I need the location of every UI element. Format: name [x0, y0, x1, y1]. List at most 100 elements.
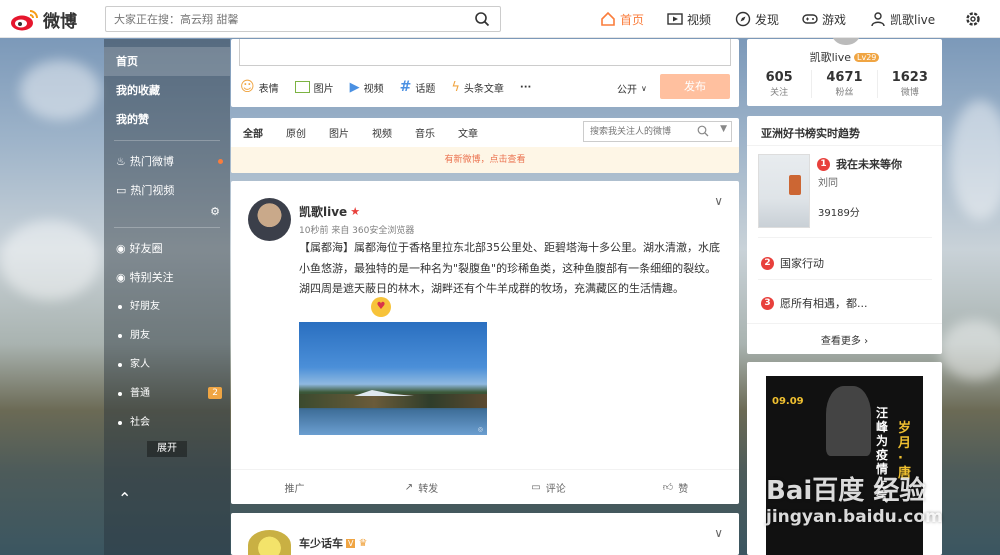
compass-icon	[735, 11, 751, 27]
comment-button[interactable]: ▭ 评论	[485, 480, 612, 495]
search-icon[interactable]	[474, 11, 490, 27]
visibility-select[interactable]: 公开 ∨	[617, 81, 647, 96]
post-author-row: 车少话车 V ♛	[299, 535, 367, 551]
book-cover-image[interactable]	[758, 154, 810, 228]
feed-search-input[interactable]	[584, 122, 694, 141]
profile-name[interactable]: 凯歌live	[810, 49, 851, 65]
search-icon[interactable]	[697, 125, 709, 137]
search-input[interactable]	[106, 7, 456, 31]
article-button[interactable]: ϟ 头条文章	[451, 80, 504, 95]
sidebar-item-label: 首页	[116, 55, 138, 68]
image-icon	[294, 81, 310, 93]
hot-item-2[interactable]: 2 国家行动	[761, 255, 824, 271]
see-more-link[interactable]: 查看更多 ›	[747, 332, 942, 347]
nav-games-label: 游戏	[822, 12, 847, 27]
post-author[interactable]: 车少话车	[299, 535, 343, 551]
action-label: 转发	[418, 483, 439, 495]
avatar[interactable]	[248, 530, 291, 555]
sidebar-sub-good-friends[interactable]: 好朋友	[104, 292, 230, 321]
sidebar-sub-normal[interactable]: 普通 2	[104, 379, 230, 408]
smiley-icon: ☺	[240, 79, 255, 95]
nav-games[interactable]: 游戏	[802, 0, 846, 38]
publish-button[interactable]: 发布	[660, 74, 730, 99]
video-icon	[667, 13, 683, 25]
nav-user-label: 凯歌live	[890, 12, 936, 27]
hot-item-1[interactable]: 1 我在未来等你	[817, 156, 902, 172]
home-icon	[601, 11, 615, 26]
nav-user[interactable]: 凯歌live	[870, 0, 935, 38]
post-menu-chevron-icon[interactable]: ∨	[714, 526, 723, 540]
repost-icon: ↗	[404, 481, 414, 493]
sidebar-item-label: 我的赞	[116, 113, 149, 126]
sidebar-sub-society[interactable]: 社会	[104, 408, 230, 437]
image-button[interactable]: 图片	[294, 80, 334, 95]
sidebar-item-favorites[interactable]: 我的收藏	[104, 76, 230, 105]
hot-title[interactable]: 亚洲好书榜实时趋势	[761, 125, 860, 141]
divider	[747, 145, 942, 146]
sidebar-sub-family[interactable]: 家人	[104, 350, 230, 379]
scroll-top-icon[interactable]: ⌃	[118, 489, 131, 508]
composer-textarea[interactable]	[239, 39, 731, 66]
watermark-url: jingyan.baidu.com	[766, 507, 943, 527]
hot-books-card: 亚洲好书榜实时趋势 1 我在未来等你 刘同 39189分 2 国家行动 3 愿所…	[747, 116, 942, 354]
sidebar-item-label: 热门视频	[130, 184, 175, 197]
tab-images[interactable]: 图片	[329, 125, 349, 140]
settings-gear-icon[interactable]	[964, 10, 982, 28]
stat-label: 粉丝	[835, 88, 854, 98]
topic-button[interactable]: # 话题	[400, 79, 436, 95]
emoji-face-icon: ♥	[371, 297, 391, 317]
level-badge: Lv29	[854, 52, 880, 62]
more-label: ···	[519, 81, 532, 93]
stat-followers[interactable]: 4671 粉丝	[811, 70, 878, 98]
rank-badge: 1	[817, 157, 830, 171]
divider	[758, 237, 932, 238]
expand-button[interactable]: 展开	[147, 441, 187, 457]
promote-button[interactable]: 推广	[231, 480, 358, 495]
post-menu-chevron-icon[interactable]: ∨	[714, 194, 723, 208]
video-button[interactable]: ▶ 视频	[350, 80, 384, 95]
hot-item-3[interactable]: 3 愿所有相遇，都...	[761, 295, 868, 311]
tab-videos[interactable]: 视频	[372, 125, 392, 140]
sidebar-item-hot-video[interactable]: ▭ 热门视频	[104, 176, 230, 205]
tab-articles[interactable]: 文章	[458, 125, 478, 140]
weibo-logo[interactable]: 微博	[10, 7, 77, 32]
emoji-button[interactable]: ☺ 表情	[240, 79, 279, 95]
more-button[interactable]: ···	[520, 82, 531, 93]
sidebar-sub-friends[interactable]: 朋友	[104, 321, 230, 350]
nav-home-label: 首页	[620, 12, 645, 27]
like-button[interactable]: 👍︎ 赞	[612, 480, 739, 495]
post-image[interactable]: ◎	[299, 322, 487, 435]
ad-poster-image[interactable]: 09.09 汪峰为疫情上气 岁月·唐	[766, 376, 923, 555]
new-posts-notice[interactable]: 有新微博，点击查看	[231, 147, 739, 173]
tool-label: 视频	[363, 83, 384, 95]
sidebar-item-hot-weibo[interactable]: ♨ 热门微博	[104, 147, 230, 176]
divider	[747, 323, 942, 324]
stat-following[interactable]: 605 关注	[747, 70, 811, 98]
sidebar-item-friend-circle[interactable]: ◉ 好友圈	[104, 234, 230, 263]
bullet-icon	[118, 304, 122, 309]
nav-home[interactable]: 首页	[600, 0, 644, 38]
fire-icon: ♨	[116, 155, 126, 168]
profile-stats: 605 关注 4671 粉丝 1623 微博	[747, 70, 942, 98]
nav-video[interactable]: 视频	[667, 0, 711, 38]
tab-original[interactable]: 原创	[286, 125, 306, 140]
nav-discover[interactable]: 发现	[735, 0, 779, 38]
special-icon: ◉	[116, 271, 126, 284]
feed-search-box: ▼	[583, 121, 732, 142]
sidebar-item-special-follow[interactable]: ◉ 特别关注	[104, 263, 230, 292]
bullet-icon	[118, 420, 122, 425]
sidebar-item-home[interactable]: 首页	[104, 47, 230, 76]
avatar[interactable]	[248, 198, 291, 241]
profile-card: 凯歌live Lv29 605 关注 4671 粉丝 1623 微博	[747, 31, 942, 106]
caret-down-icon[interactable]: ▼	[720, 124, 727, 134]
baidu-watermark: Bai百度 经验 jingyan.baidu.com	[766, 470, 943, 527]
tab-music[interactable]: 音乐	[415, 125, 435, 140]
watermark-brand: Bai百度 经验	[766, 476, 926, 506]
post-author[interactable]: 凯歌live	[299, 203, 347, 220]
sidebar-item-label: 家人	[130, 359, 150, 370]
repost-button[interactable]: ↗ 转发	[358, 480, 485, 495]
stat-posts[interactable]: 1623 微博	[878, 70, 942, 98]
gear-icon[interactable]: ⚙	[210, 205, 220, 218]
sidebar-item-likes[interactable]: 我的赞	[104, 105, 230, 134]
tab-all[interactable]: 全部	[243, 125, 263, 149]
